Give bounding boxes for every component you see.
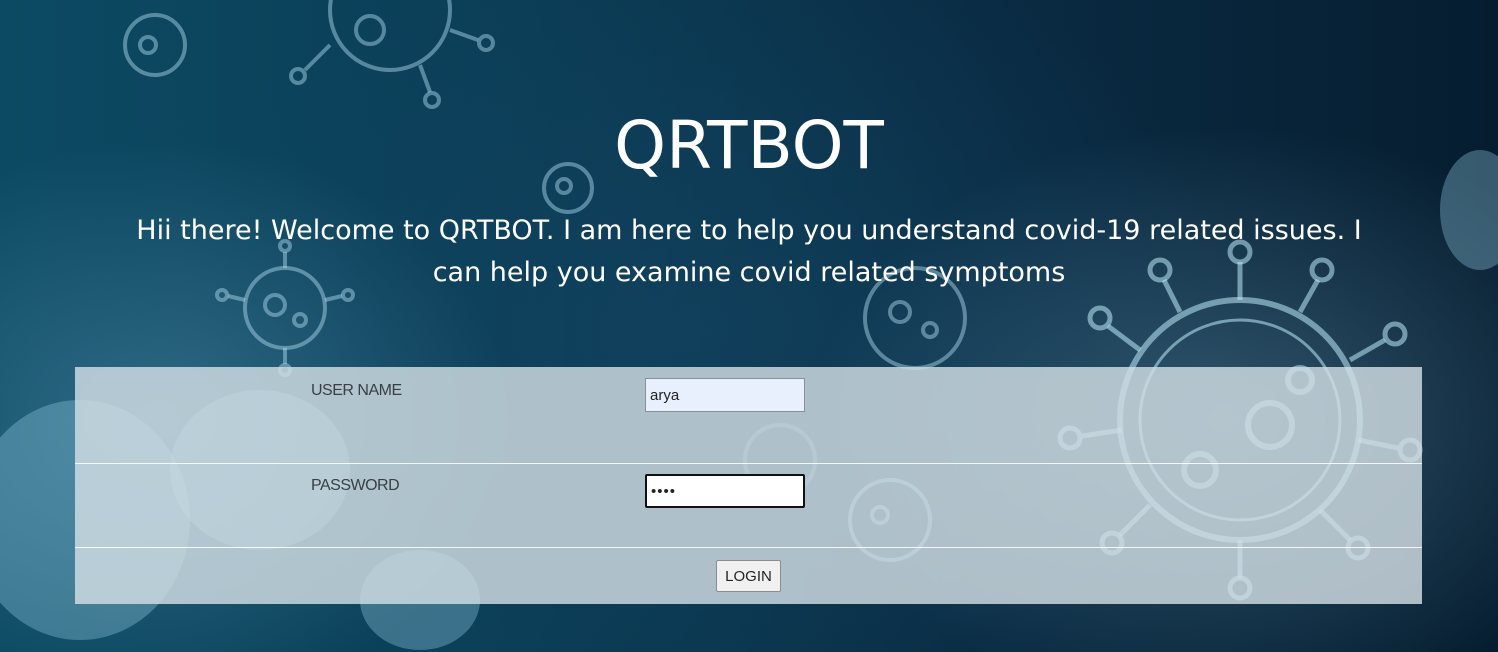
welcome-message: Hii there! Welcome to QRTBOT. I am here … xyxy=(136,215,1362,288)
login-button[interactable]: LOGIN xyxy=(716,560,781,592)
login-button-row: LOGIN xyxy=(75,548,1422,604)
app-title: QRTBOT xyxy=(614,107,884,184)
login-form: USER NAME PASSWORD LOGIN xyxy=(75,367,1422,604)
username-row: USER NAME xyxy=(75,367,1422,464)
password-row: PASSWORD xyxy=(75,464,1422,548)
username-input[interactable] xyxy=(645,378,805,412)
username-label: USER NAME xyxy=(311,382,402,399)
password-input[interactable] xyxy=(645,474,805,508)
password-label: PASSWORD xyxy=(311,477,400,494)
